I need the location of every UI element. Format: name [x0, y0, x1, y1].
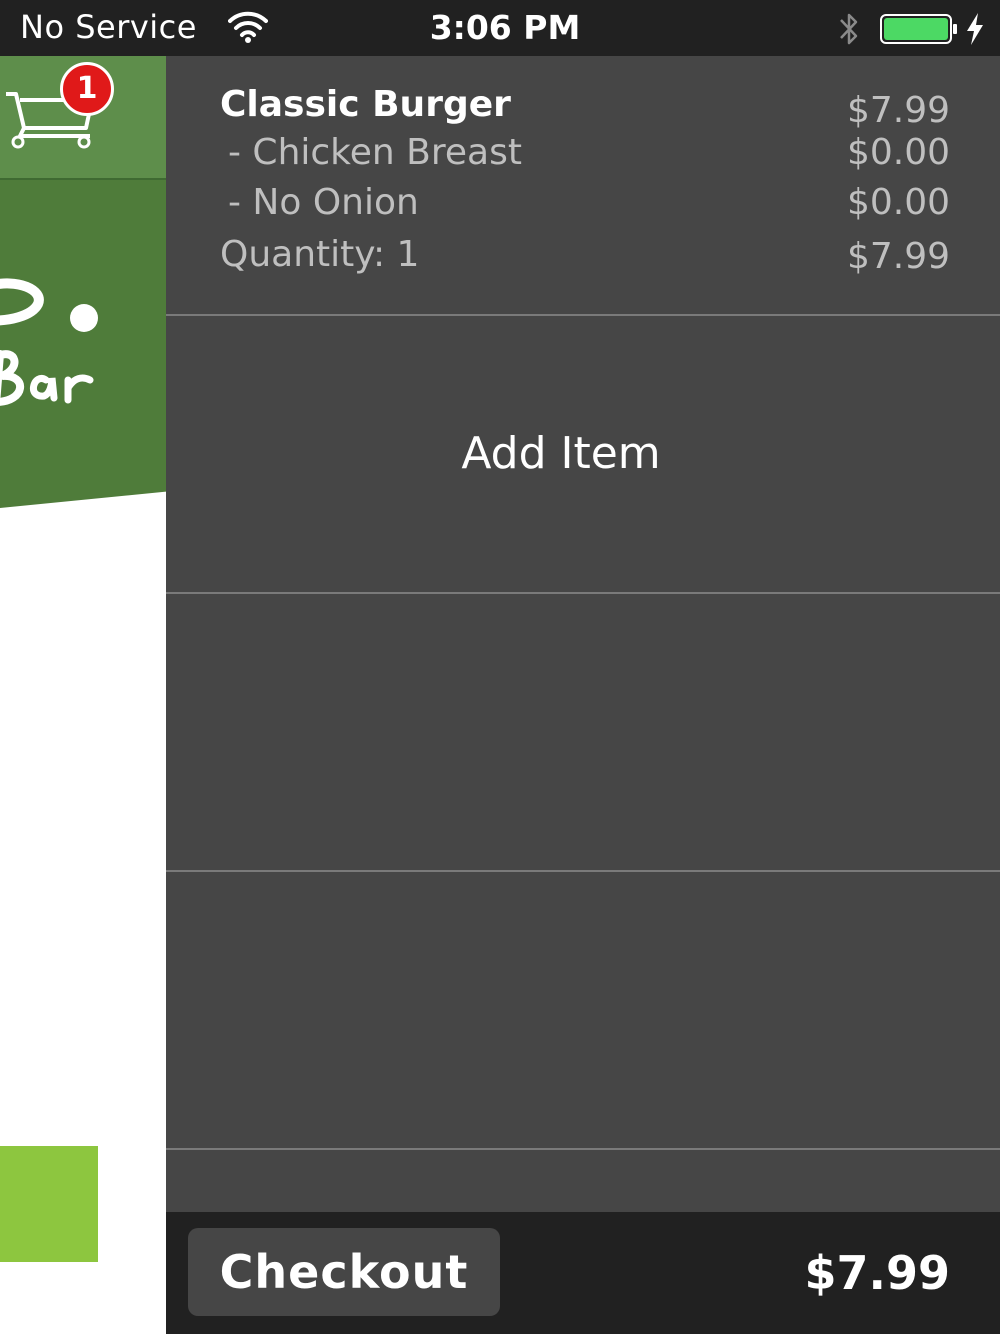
checkout-bar: Checkout $7.99: [166, 1212, 1000, 1334]
item-option: - Chicken Breast: [228, 132, 522, 173]
item-option-price: $0.00: [846, 182, 950, 223]
item-option-price: $0.00: [846, 132, 950, 173]
item-price: $7.99: [846, 90, 950, 131]
empty-cart-row: [166, 872, 1000, 1150]
nav-header: 1: [0, 56, 166, 178]
background-page: 1: [0, 56, 166, 1334]
cart-item-row[interactable]: Classic Burger $7.99 - Chicken Breast $0…: [166, 56, 1000, 316]
status-bar: No Service 3:06 PM: [0, 0, 1000, 56]
accent-button-fragment[interactable]: [0, 1146, 98, 1262]
cart-panel: Classic Burger $7.99 - Chicken Breast $0…: [166, 56, 1000, 1212]
item-option: - No Onion: [228, 182, 419, 223]
checkout-button[interactable]: Checkout: [188, 1228, 500, 1316]
charging-icon: [967, 13, 983, 45]
item-name: Classic Burger: [220, 84, 511, 125]
item-quantity: Quantity: 1: [220, 234, 420, 275]
order-total: $7.99: [804, 1246, 950, 1300]
cart-count-badge: 1: [60, 62, 114, 116]
bluetooth-icon: [840, 13, 858, 45]
empty-cart-row: [166, 594, 1000, 872]
battery-icon: [880, 14, 957, 44]
item-line-total: $7.99: [846, 236, 950, 277]
header-divider: [0, 178, 166, 180]
brand-logo-fragment: [0, 278, 98, 406]
add-item-button[interactable]: Add Item: [166, 428, 956, 479]
